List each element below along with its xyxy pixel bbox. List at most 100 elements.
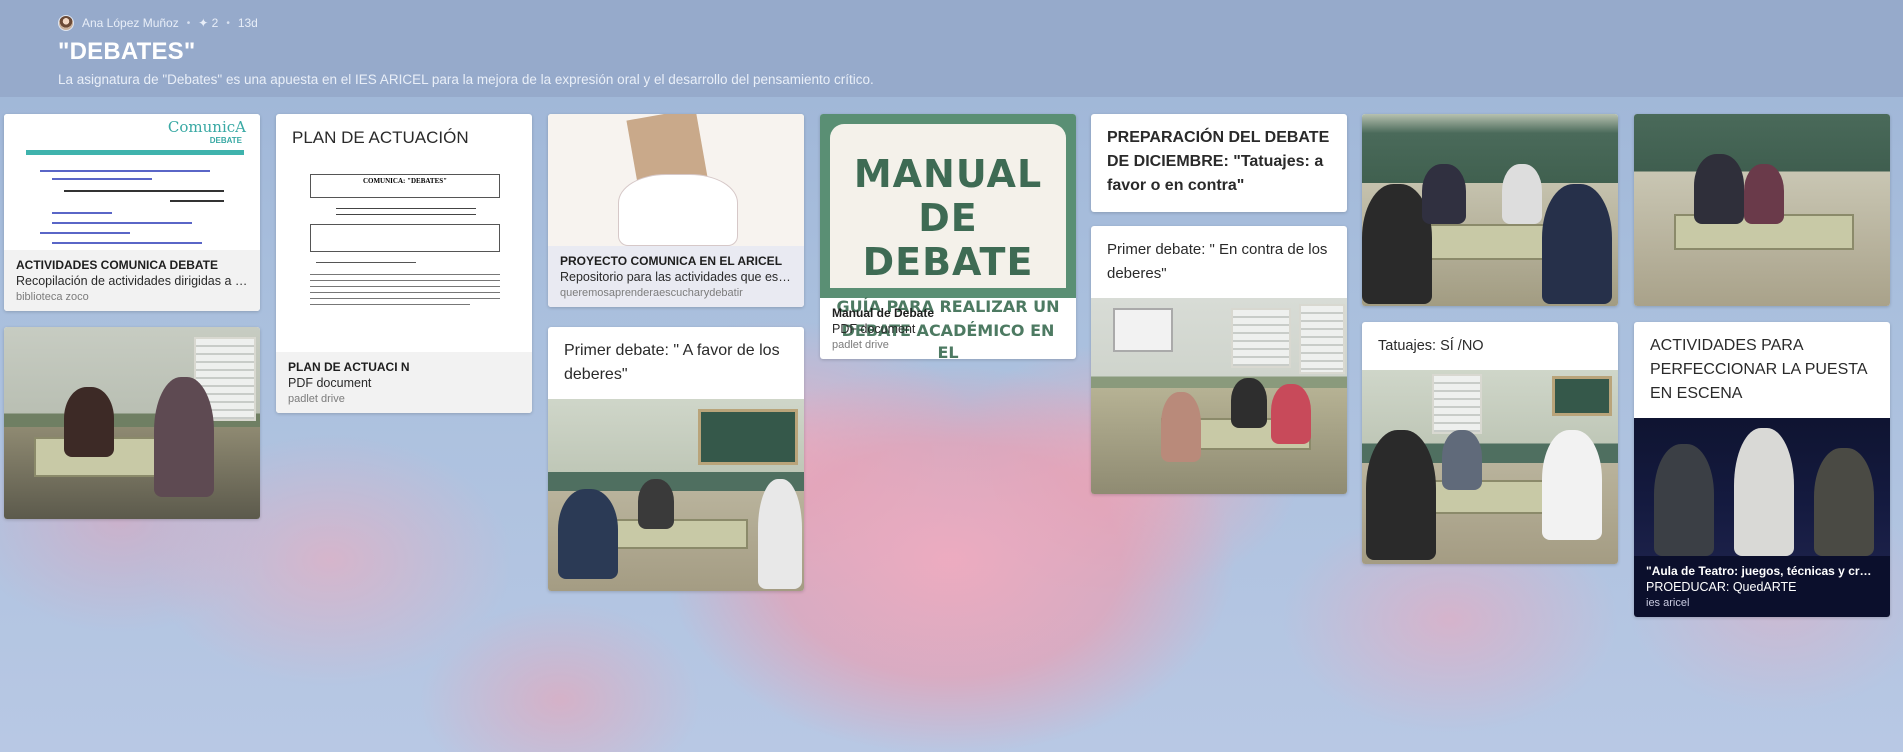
author-avatar[interactable] — [58, 15, 74, 31]
post-title: Tatuajes: SÍ /NO — [1378, 338, 1484, 354]
student — [558, 489, 618, 579]
attachment-title: PLAN DE ACTUACI N — [288, 360, 410, 374]
post-title: Primer debate: " A favor de los deberes" — [564, 342, 780, 383]
doc-line — [64, 190, 224, 192]
window — [1299, 304, 1345, 374]
doc-line — [310, 286, 500, 287]
student — [1542, 430, 1602, 540]
doc-line — [310, 304, 470, 305]
page-description: La asignatura de "Debates" es una apuest… — [58, 72, 874, 87]
classroom-photo — [548, 399, 804, 591]
post-card-actividades-comunica[interactable]: ComunicA DEBATE ACTIVIDADES COMUNICA DEB… — [4, 114, 260, 311]
meta-separator: • — [226, 17, 230, 29]
doc-line — [52, 242, 202, 244]
doc-line — [310, 274, 500, 275]
attachment-title: ACTIVIDADES COMUNICA DEBATE — [16, 258, 219, 272]
post-card-preparacion-debate[interactable]: PREPARACIÓN DEL DEBATE DE DICIEMBRE: "Ta… — [1091, 114, 1347, 212]
attachment-source: queremosaprenderaescucharydebatir — [560, 287, 743, 299]
logo-subtitle: DEBATE — [209, 136, 242, 145]
doc-line — [52, 212, 112, 214]
doc-line — [170, 200, 224, 202]
whiteboard — [1113, 308, 1173, 352]
student — [154, 377, 214, 497]
cover-page: MANUAL DE DEBATE GUÍA PARA REALIZAR UN D… — [830, 124, 1066, 359]
attachment-preview: ComunicA DEBATE — [4, 114, 260, 250]
post-card-plan-actuacion[interactable]: PLAN DE ACTUACIÓN COMUNICA: "DEBATES" PL… — [276, 114, 532, 413]
attachment-subtitle: PDF document — [288, 376, 372, 390]
post-card-photo[interactable] — [4, 327, 260, 519]
doc-line — [336, 208, 476, 209]
doc-heading-box: COMUNICA: "DEBATES" — [310, 174, 500, 198]
attachment-source: padlet drive — [288, 393, 345, 405]
post-age: 13d — [237, 16, 258, 30]
chalkboard — [698, 409, 798, 465]
pdf-cover-preview: MANUAL DE DEBATE GUÍA PARA REALIZAR UN D… — [820, 114, 1076, 359]
illustration-preview — [548, 114, 804, 246]
post-card-photo[interactable] — [1362, 114, 1618, 306]
student — [1271, 384, 1311, 444]
post-title: Primer debate: " En contra de los debere… — [1107, 241, 1328, 282]
cover-title-line2: DE DEBATE — [862, 196, 1034, 284]
post-card-tatuajes[interactable]: Tatuajes: SÍ /NO — [1362, 322, 1618, 564]
header-meta: Ana López Muñoz • ✦ 2 • 13d — [58, 14, 1845, 32]
remix-count[interactable]: ✦ 2 — [198, 16, 218, 30]
student — [1502, 164, 1542, 224]
actor — [1654, 444, 1714, 556]
doc-line — [52, 178, 152, 180]
doc-line — [52, 222, 192, 224]
post-card-en-contra-deberes[interactable]: Primer debate: " En contra de los debere… — [1091, 226, 1347, 494]
padlet-header: Ana López Muñoz • ✦ 2 • 13d "DEBATES" La… — [0, 0, 1903, 97]
chalkboard — [1552, 376, 1612, 416]
attachment-source: biblioteca zoco — [16, 291, 89, 303]
student — [1744, 164, 1784, 224]
theatre-photo — [1634, 418, 1890, 556]
post-title: PLAN DE ACTUACIÓN — [292, 128, 469, 147]
attachment-subtitle: Repositorio para las actividades que est… — [560, 270, 792, 284]
doc-line — [310, 280, 500, 281]
comunica-logo: ComunicA — [167, 118, 246, 136]
doc-box — [310, 224, 500, 252]
student — [638, 479, 674, 529]
window — [1231, 308, 1291, 368]
classroom-photo — [1634, 114, 1890, 306]
student — [1542, 184, 1612, 304]
window — [1432, 374, 1482, 434]
page-title: "DEBATES" — [58, 38, 196, 65]
student — [1442, 430, 1482, 490]
classroom-photo — [1362, 370, 1618, 564]
classroom-photo — [1362, 114, 1618, 306]
actor — [1734, 428, 1794, 556]
author-name[interactable]: Ana López Muñoz — [82, 16, 179, 30]
post-title: PREPARACIÓN DEL DEBATE DE DICIEMBRE: "Ta… — [1107, 129, 1330, 194]
attachment-footer[interactable]: PLAN DE ACTUACI N PDF document padlet dr… — [276, 352, 532, 413]
attachment-title: PROYECTO COMUNICA EN EL ARICEL — [560, 254, 783, 268]
post-card-manual-debate[interactable]: MANUAL DE DEBATE GUÍA PARA REALIZAR UN D… — [820, 114, 1076, 359]
actor — [1814, 448, 1874, 556]
doc-line — [40, 232, 130, 234]
post-card-photo[interactable] — [1634, 114, 1890, 306]
post-card-proyecto-comunica[interactable]: PROYECTO COMUNICA EN EL ARICEL Repositor… — [548, 114, 804, 307]
student — [1422, 164, 1466, 224]
attachment-footer[interactable]: "Aula de Teatro: juegos, técnicas y crea… — [1634, 556, 1890, 617]
desk — [608, 519, 748, 549]
attachment-title: "Aula de Teatro: juegos, técnicas y crea… — [1646, 564, 1878, 578]
classroom-photo — [1091, 298, 1347, 494]
post-card-a-favor-deberes[interactable]: Primer debate: " A favor de los deberes" — [548, 327, 804, 591]
student — [64, 387, 114, 457]
attachment-subtitle: PROEDUCAR: QuedARTE — [1646, 580, 1797, 594]
student — [1161, 392, 1201, 462]
post-card-puesta-escena[interactable]: ACTIVIDADES PARA PERFECCIONAR LA PUESTA … — [1634, 322, 1890, 617]
pdf-preview: COMUNICA: "DEBATES" — [276, 162, 532, 352]
attachment-source: ies aricel — [1646, 597, 1690, 609]
attachment-footer[interactable]: ACTIVIDADES COMUNICA DEBATE Recopilación… — [4, 250, 260, 311]
student — [758, 479, 802, 589]
cover-title-line1: MANUAL — [853, 152, 1043, 196]
classroom-photo — [4, 327, 260, 519]
doc-line — [316, 262, 416, 263]
student — [1231, 378, 1267, 428]
doc-line — [310, 292, 500, 293]
illustration-figure — [618, 174, 738, 246]
attachment-footer[interactable]: PROYECTO COMUNICA EN EL ARICEL Repositor… — [548, 246, 804, 307]
student — [1366, 430, 1436, 560]
doc-line — [336, 214, 476, 215]
